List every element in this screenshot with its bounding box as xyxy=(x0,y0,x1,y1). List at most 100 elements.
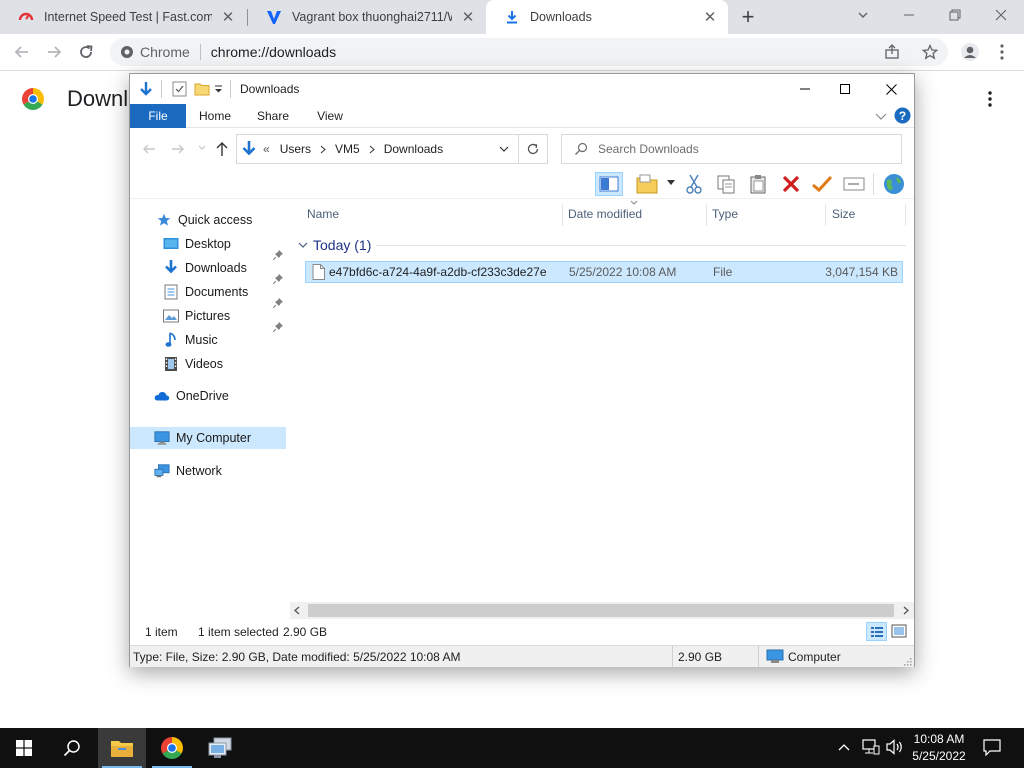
explorer-maximize-button[interactable] xyxy=(822,74,868,104)
chrome-menu-icon[interactable] xyxy=(988,38,1016,66)
nav-desktop[interactable]: Desktop xyxy=(163,233,231,255)
search-input[interactable]: Search Downloads xyxy=(561,134,902,164)
horizontal-scrollbar[interactable] xyxy=(290,602,914,619)
file-icon xyxy=(312,264,325,280)
explorer-close-button[interactable] xyxy=(868,74,914,104)
new-tab-button[interactable]: + xyxy=(736,4,760,29)
notifications-icon[interactable] xyxy=(983,739,1001,756)
resize-grip-icon[interactable] xyxy=(903,657,912,666)
column-date-modified[interactable]: Date modified xyxy=(568,202,642,226)
minimize-button[interactable] xyxy=(886,0,932,30)
network-tray-icon[interactable] xyxy=(862,739,880,755)
new-item-icon[interactable] xyxy=(633,172,661,196)
close-tab-icon[interactable]: ✕ xyxy=(700,7,720,27)
nav-label: Quick access xyxy=(178,213,253,227)
address-dropdown-icon[interactable] xyxy=(499,146,509,153)
preview-pane-icon[interactable] xyxy=(595,172,623,196)
nav-onedrive[interactable]: OneDrive xyxy=(154,385,229,407)
tab-search-icon[interactable] xyxy=(840,0,886,30)
ribbon-tab-view[interactable]: View xyxy=(302,104,358,128)
table-row[interactable]: e47bfd6c-a724-4a9f-a2db-cf233c3de27e 5/2… xyxy=(305,261,903,283)
bookmark-star-icon[interactable] xyxy=(922,44,938,60)
tab-fast[interactable]: Internet Speed Test | Fast.com ✕ xyxy=(0,0,246,34)
scrollbar-thumb[interactable] xyxy=(308,604,894,617)
share-icon[interactable] xyxy=(884,44,900,60)
file-explorer-taskbar-button[interactable] xyxy=(98,728,146,768)
pin-icon[interactable] xyxy=(273,298,283,308)
scroll-right-icon[interactable] xyxy=(903,606,909,615)
ribbon-tab-share[interactable]: Share xyxy=(244,104,302,128)
scroll-left-icon[interactable] xyxy=(294,606,300,615)
new-item-dropdown-icon[interactable] xyxy=(667,180,675,186)
command-bar xyxy=(130,169,914,199)
column-name[interactable]: Name xyxy=(307,202,339,226)
nav-downloads[interactable]: Downloads xyxy=(163,257,247,279)
remote-desktop-taskbar-button[interactable] xyxy=(196,728,244,768)
forward-arrow-icon[interactable] xyxy=(171,142,185,156)
refresh-button[interactable] xyxy=(518,134,548,164)
nav-videos[interactable]: Videos xyxy=(163,353,223,375)
start-button[interactable] xyxy=(0,728,48,768)
checkmark-icon[interactable] xyxy=(808,172,836,196)
globe-icon[interactable] xyxy=(880,172,908,196)
volume-icon[interactable] xyxy=(886,739,904,755)
details-view-icon[interactable] xyxy=(866,622,887,641)
nav-music[interactable]: Music xyxy=(163,329,218,351)
ribbon-tab-home[interactable]: Home xyxy=(186,104,244,128)
customize-toolbar-icon[interactable] xyxy=(214,84,223,94)
restore-button[interactable] xyxy=(932,0,978,30)
page-title: Downl xyxy=(67,86,129,111)
page-menu-icon[interactable] xyxy=(982,90,998,108)
back-button[interactable] xyxy=(8,38,36,66)
nav-my-computer[interactable]: My Computer xyxy=(130,427,286,449)
tab-downloads[interactable]: Downloads ✕ xyxy=(486,0,728,34)
cut-icon[interactable] xyxy=(680,172,708,196)
column-type[interactable]: Type xyxy=(712,202,738,226)
computer-icon xyxy=(154,430,170,446)
nav-quick-access[interactable]: Quick access xyxy=(156,209,252,231)
pin-icon[interactable] xyxy=(273,274,283,284)
close-tab-icon[interactable]: ✕ xyxy=(218,7,238,27)
ribbon-tab-file[interactable]: File xyxy=(130,104,186,128)
large-icons-view-icon[interactable] xyxy=(891,624,907,638)
close-tab-icon[interactable]: ✕ xyxy=(458,7,478,27)
expand-ribbon-icon[interactable] xyxy=(875,111,887,121)
file-list: Name Date modified Type Size Today (1) e… xyxy=(298,200,914,602)
rename-icon[interactable] xyxy=(840,172,868,196)
downloads-folder-icon xyxy=(241,140,257,158)
copy-icon[interactable] xyxy=(712,172,740,196)
reload-button[interactable] xyxy=(72,38,100,66)
profile-avatar[interactable] xyxy=(956,38,984,66)
help-icon[interactable]: ? xyxy=(894,107,911,124)
group-header-today[interactable]: Today (1) xyxy=(298,235,371,255)
address-bar[interactable]: Chrome chrome://downloads xyxy=(110,38,948,66)
pin-icon[interactable] xyxy=(273,322,283,332)
breadcrumb-overflow[interactable]: « xyxy=(263,142,270,156)
search-taskbar-button[interactable] xyxy=(48,728,96,768)
breadcrumb-downloads[interactable]: Downloads xyxy=(384,142,443,156)
down-arrow-icon[interactable] xyxy=(138,81,154,97)
taskbar-clock[interactable]: 10:08 AM 5/25/2022 xyxy=(904,731,974,765)
nav-documents[interactable]: Documents xyxy=(163,281,248,303)
forward-button[interactable] xyxy=(40,38,68,66)
paste-icon[interactable] xyxy=(744,172,772,196)
properties-checkbox-icon[interactable] xyxy=(172,81,187,97)
details-location: Computer xyxy=(788,650,841,664)
breadcrumb-bar[interactable]: « Users VM5 Downloads xyxy=(236,134,548,164)
recent-locations-icon[interactable] xyxy=(198,145,206,151)
delete-icon[interactable] xyxy=(777,172,805,196)
close-window-button[interactable] xyxy=(978,0,1024,30)
breadcrumb-vm5[interactable]: VM5 xyxy=(335,142,360,156)
tab-vagrant[interactable]: Vagrant box thuonghai2711/Win ✕ xyxy=(248,0,486,34)
up-arrow-icon[interactable] xyxy=(215,141,229,157)
new-folder-icon[interactable] xyxy=(194,81,210,97)
show-hidden-icons-icon[interactable] xyxy=(837,740,851,754)
column-size[interactable]: Size xyxy=(832,202,855,226)
ribbon-tabs: File Home Share View ? xyxy=(130,104,914,128)
pin-icon[interactable] xyxy=(273,250,283,260)
nav-network[interactable]: Network xyxy=(154,460,222,482)
breadcrumb-users[interactable]: Users xyxy=(280,142,311,156)
back-arrow-icon[interactable] xyxy=(142,142,156,156)
chrome-taskbar-button[interactable] xyxy=(148,728,196,768)
nav-pictures[interactable]: Pictures xyxy=(163,305,230,327)
